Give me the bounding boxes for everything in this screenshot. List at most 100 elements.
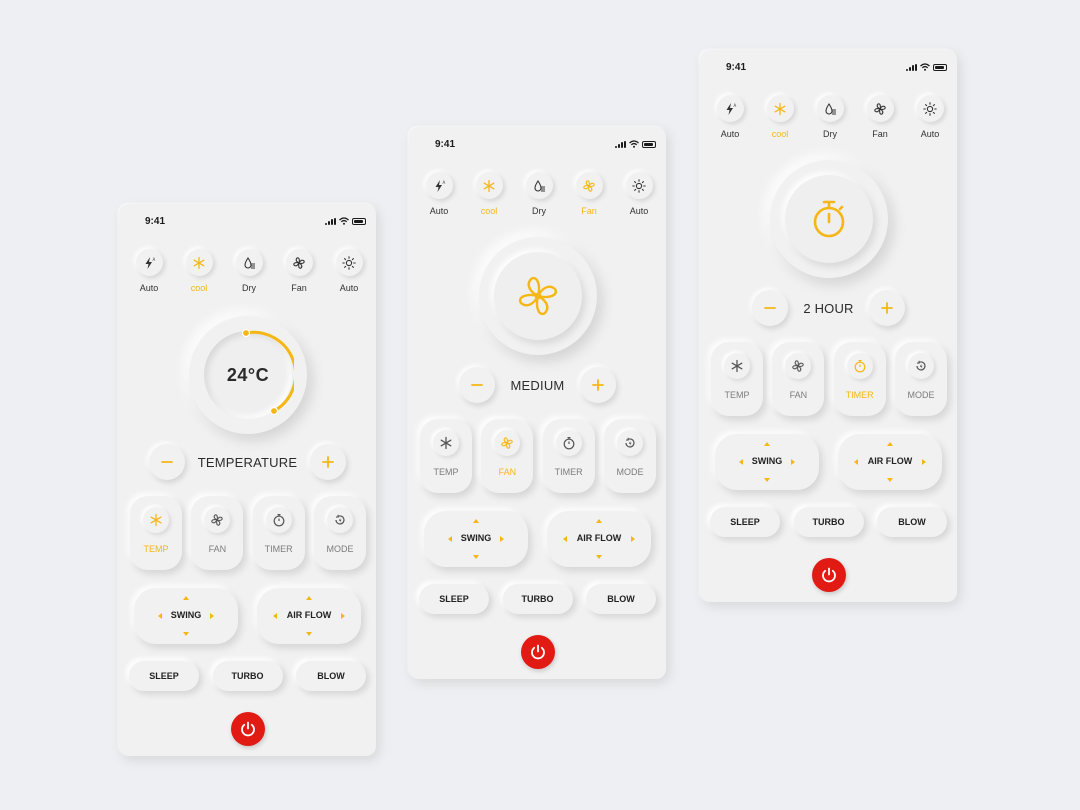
- swing-pad[interactable]: SWING: [424, 511, 528, 567]
- arrow-down-icon[interactable]: [183, 632, 189, 636]
- decrease-button[interactable]: [149, 444, 185, 480]
- sleep-button[interactable]: SLEEP: [710, 507, 780, 537]
- arrow-right-icon[interactable]: [922, 459, 926, 465]
- arrow-up-icon[interactable]: [306, 596, 312, 600]
- decrease-button[interactable]: [752, 290, 788, 326]
- turbo-button[interactable]: TURBO: [502, 584, 573, 614]
- timer-dial[interactable]: [770, 160, 888, 278]
- fan-icon: [866, 95, 894, 122]
- arrow-up-icon[interactable]: [183, 596, 189, 600]
- snowflake-icon: [724, 353, 750, 379]
- arrow-right-icon[interactable]: [500, 536, 504, 542]
- arrow-down-icon[interactable]: [473, 555, 479, 559]
- power-button[interactable]: [231, 712, 265, 746]
- tile-label: MODE: [326, 544, 354, 554]
- mode-auto-sun[interactable]: Auto: [913, 95, 947, 139]
- phone-timer-screen: 9:41 A Auto cool Dry Fan Auto 2 HOUR TEM…: [700, 50, 957, 602]
- arrow-up-icon[interactable]: [764, 442, 770, 446]
- sleep-button[interactable]: SLEEP: [129, 661, 199, 691]
- tile-temp[interactable]: TEMP: [130, 496, 182, 570]
- mode-dry[interactable]: Dry: [813, 95, 847, 139]
- blow-button[interactable]: BLOW: [586, 584, 656, 614]
- tile-fan[interactable]: FAN: [191, 496, 244, 570]
- fan-speed-stepper: MEDIUM: [459, 367, 616, 403]
- swing-pad[interactable]: SWING: [715, 434, 819, 490]
- mode-cool[interactable]: cool: [763, 95, 797, 139]
- tile-mode[interactable]: MODE: [603, 419, 656, 493]
- mode-cool[interactable]: cool: [182, 249, 216, 293]
- signal-icon: [615, 140, 626, 148]
- minus-icon: [764, 307, 776, 309]
- mode-fan[interactable]: Fan: [572, 172, 606, 216]
- arrow-up-icon[interactable]: [596, 519, 602, 523]
- timer-stepper: 2 HOUR: [752, 290, 905, 326]
- airflow-pad[interactable]: AIR FLOW: [547, 511, 651, 567]
- svg-text:A: A: [734, 103, 737, 108]
- mode-auto[interactable]: A Auto: [713, 95, 747, 139]
- tile-temp[interactable]: TEMP: [420, 419, 472, 493]
- tile-label: TIMER: [554, 467, 583, 477]
- fan-dial[interactable]: [479, 237, 597, 355]
- increase-button[interactable]: [310, 444, 346, 480]
- airflow-label: AIR FLOW: [286, 610, 332, 620]
- power-button[interactable]: [812, 558, 846, 592]
- tile-timer[interactable]: TIMER: [542, 419, 595, 493]
- tile-timer[interactable]: TIMER: [833, 342, 886, 416]
- tile-mode[interactable]: MODE: [894, 342, 947, 416]
- tile-timer[interactable]: TIMER: [252, 496, 305, 570]
- snowflake-icon: [433, 430, 459, 456]
- arrow-right-icon[interactable]: [210, 613, 214, 619]
- decrease-button[interactable]: [459, 367, 495, 403]
- mode-dry[interactable]: Dry: [522, 172, 556, 216]
- sleep-button[interactable]: SLEEP: [419, 584, 489, 614]
- mode-dry[interactable]: Dry: [232, 249, 266, 293]
- blow-button[interactable]: BLOW: [877, 507, 947, 537]
- wifi-icon: [920, 63, 930, 71]
- arrow-right-icon[interactable]: [791, 459, 795, 465]
- increase-button[interactable]: [868, 290, 905, 326]
- turbo-button[interactable]: TURBO: [212, 661, 283, 691]
- mode-auto-sun[interactable]: Auto: [622, 172, 656, 216]
- arrow-down-icon[interactable]: [596, 555, 602, 559]
- wifi-icon: [339, 217, 349, 225]
- stepper-label: TEMPERATURE: [197, 454, 298, 470]
- fan-icon: [494, 430, 521, 456]
- airflow-pad[interactable]: AIR FLOW: [838, 434, 942, 490]
- arrow-right-icon[interactable]: [631, 536, 635, 542]
- mode-label: Dry: [242, 283, 256, 293]
- airflow-pad[interactable]: AIR FLOW: [257, 588, 361, 644]
- arrow-right-icon[interactable]: [341, 613, 345, 619]
- swing-pad[interactable]: SWING: [134, 588, 238, 644]
- mode-label: Auto: [139, 283, 159, 293]
- mode-icon: [907, 353, 934, 379]
- mode-fan[interactable]: Fan: [863, 95, 897, 139]
- bolt-auto-icon: A: [716, 95, 744, 122]
- temperature-dial[interactable]: 24°C: [189, 316, 307, 434]
- turbo-button[interactable]: TURBO: [793, 507, 864, 537]
- temperature-arc: [241, 329, 294, 416]
- arrow-up-icon[interactable]: [887, 442, 893, 446]
- power-button[interactable]: [521, 635, 555, 669]
- function-pills: SLEEP TURBO BLOW: [129, 661, 366, 691]
- increase-button[interactable]: [579, 367, 616, 403]
- function-pills: SLEEP TURBO BLOW: [710, 507, 947, 537]
- arrow-down-icon[interactable]: [887, 478, 893, 482]
- arrow-down-icon[interactable]: [764, 478, 770, 482]
- mode-cool[interactable]: cool: [472, 172, 506, 216]
- tile-temp[interactable]: TEMP: [711, 342, 763, 416]
- arrow-up-icon[interactable]: [473, 519, 479, 523]
- phone-temperature-screen: 9:41 A Auto cool Dry Fan Auto 24°C TEMPE…: [119, 204, 376, 756]
- mode-fan[interactable]: Fan: [282, 249, 316, 293]
- blow-button[interactable]: BLOW: [296, 661, 366, 691]
- mode-auto-sun[interactable]: Auto: [332, 249, 366, 293]
- mode-label: Dry: [823, 129, 837, 139]
- mode-auto[interactable]: A Auto: [132, 249, 166, 293]
- bolt-auto-icon: A: [135, 249, 163, 276]
- arrow-down-icon[interactable]: [306, 632, 312, 636]
- tile-fan[interactable]: FAN: [772, 342, 825, 416]
- tile-label: FAN: [789, 390, 808, 400]
- tile-fan[interactable]: FAN: [481, 419, 534, 493]
- tile-mode[interactable]: MODE: [313, 496, 366, 570]
- mode-auto[interactable]: A Auto: [422, 172, 456, 216]
- snowflake-icon: [475, 172, 503, 199]
